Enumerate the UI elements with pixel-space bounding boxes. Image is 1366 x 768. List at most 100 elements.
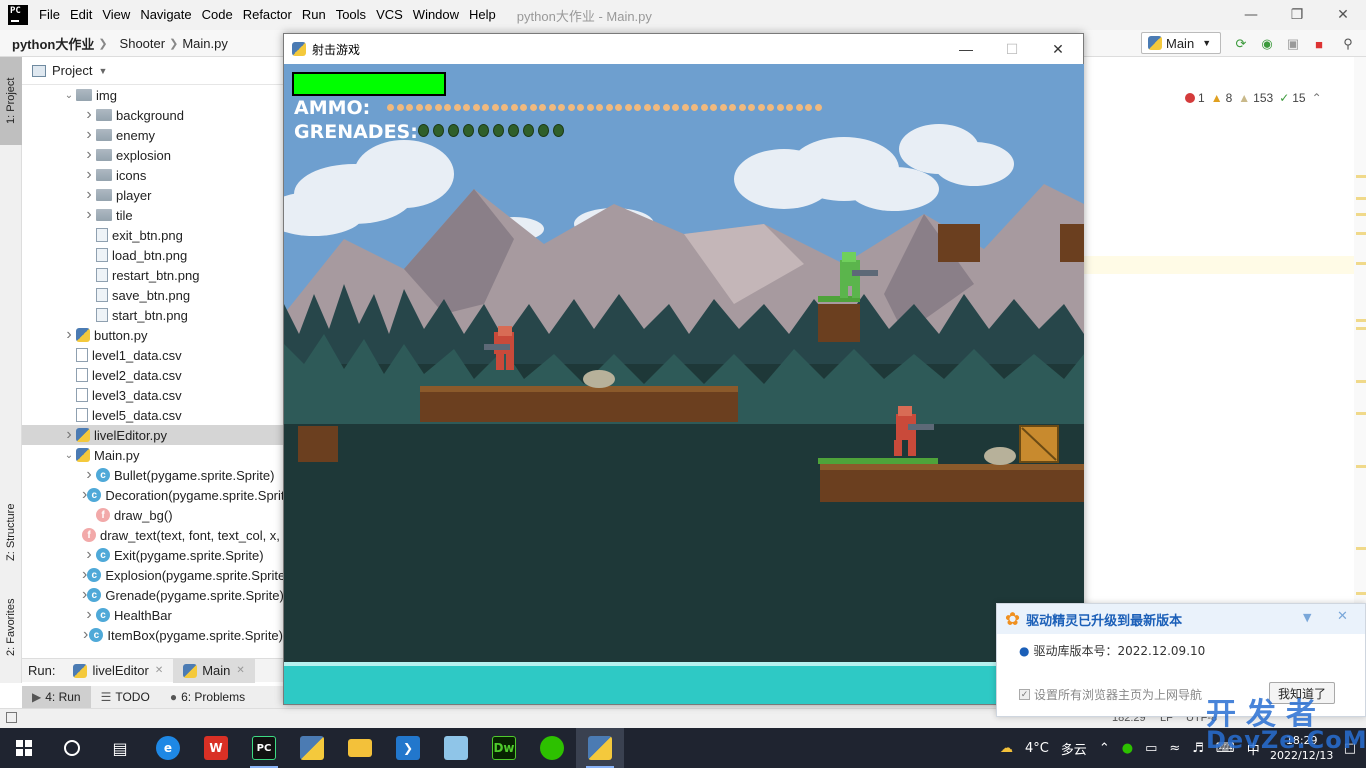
tab-favorites[interactable]: 2: Favorites	[0, 587, 22, 667]
menu-navigate[interactable]: Navigate	[135, 0, 196, 30]
tab-problems[interactable]: ● 6: Problems	[160, 686, 255, 708]
taskbar-ie[interactable]: e	[144, 728, 192, 768]
tree-item[interactable]: › explosion	[22, 145, 283, 165]
debug-bug-icon[interactable]: ◉	[1259, 36, 1275, 52]
menu-help[interactable]: Help	[464, 0, 501, 30]
tree-item[interactable]: level3_data.csv	[22, 385, 283, 405]
tree-item[interactable]: f draw_bg()	[22, 505, 283, 525]
close-icon[interactable]: ✕	[1035, 34, 1081, 64]
game-canvas[interactable]: AMMO: GRENADES:	[284, 64, 1084, 704]
breadcrumb-folder[interactable]: Shooter	[108, 36, 170, 51]
tree-item[interactable]: › enemy	[22, 125, 283, 145]
chevron-right-icon[interactable]: ›	[82, 106, 96, 124]
weather-temp[interactable]: 4°C	[1025, 741, 1049, 756]
inspection-widget[interactable]: 1 ▲ 8 ▲ 153 ✓ 15 ⌃	[1185, 90, 1322, 106]
chevron-right-icon[interactable]: ›	[82, 466, 96, 484]
marker[interactable]	[1356, 232, 1366, 235]
chevron-right-icon[interactable]: ›	[82, 186, 96, 204]
status-square-icon[interactable]	[6, 712, 17, 723]
editor-area[interactable]	[1084, 57, 1366, 683]
menu-refactor[interactable]: Refactor	[238, 0, 297, 30]
tree-item[interactable]: exit_btn.png	[22, 225, 283, 245]
chevron-right-icon[interactable]: ›	[82, 146, 96, 164]
tree-item[interactable]: › c ItemBox(pygame.sprite.Sprite)	[22, 625, 283, 645]
tree-item[interactable]: › c Grenade(pygame.sprite.Sprite)	[22, 585, 283, 605]
volume-icon[interactable]: ♬	[1192, 741, 1204, 756]
taskbar-wps[interactable]: W	[192, 728, 240, 768]
error-stripe[interactable]	[1354, 57, 1366, 683]
tab-project[interactable]: 1: Project	[0, 57, 22, 145]
taskbar-wechat[interactable]	[528, 728, 576, 768]
marker[interactable]	[1356, 380, 1366, 383]
breadcrumb-project[interactable]: python大作业	[0, 34, 98, 53]
tree-item[interactable]: ⌄ Main.py	[22, 445, 283, 465]
homepage-checkbox[interactable]: ✓ 设置所有浏览器主页为上网导航	[1019, 686, 1202, 703]
tree-item[interactable]: level1_data.csv	[22, 345, 283, 365]
tree-item[interactable]: load_btn.png	[22, 245, 283, 265]
marker[interactable]	[1356, 327, 1366, 330]
maximize-icon[interactable]: ☐	[989, 34, 1035, 64]
game-window[interactable]: 射击游戏 — ☐ ✕ AMMO: GRENADES:	[283, 33, 1084, 705]
chevron-up-icon[interactable]: ⌃	[1312, 91, 1322, 105]
maximize-icon[interactable]: ❐	[1274, 0, 1320, 30]
menu-tools[interactable]: Tools	[331, 0, 371, 30]
chevron-right-icon[interactable]: ›	[82, 626, 89, 644]
marker[interactable]	[1356, 213, 1366, 216]
chevron-down-icon[interactable]: ⌄	[62, 90, 76, 101]
marker[interactable]	[1356, 592, 1366, 595]
taskbar-python-idle[interactable]	[288, 728, 336, 768]
tree-item[interactable]: › c Decoration(pygame.sprite.Sprite)	[22, 485, 283, 505]
taskbar-pygame-game[interactable]	[576, 728, 624, 768]
marker[interactable]	[1356, 175, 1366, 178]
tree-item[interactable]: › button.py	[22, 325, 283, 345]
game-titlebar[interactable]: 射击游戏 — ☐ ✕	[284, 34, 1083, 64]
search-button[interactable]	[48, 728, 96, 768]
tree-item[interactable]: ⌄ img	[22, 85, 283, 105]
wechat-tray-icon[interactable]: ●	[1122, 741, 1133, 756]
battery-icon[interactable]: ▭	[1145, 741, 1157, 756]
project-panel-header[interactable]: Project ▼	[22, 57, 283, 85]
tree-item[interactable]: › c HealthBar	[22, 605, 283, 625]
marker[interactable]	[1356, 197, 1366, 200]
close-icon[interactable]: ✕	[155, 665, 163, 676]
close-icon[interactable]: ✕	[236, 665, 244, 676]
tab-structure[interactable]: Z: Structure	[0, 487, 22, 577]
menu-code[interactable]: Code	[197, 0, 238, 30]
chevron-right-icon[interactable]: ›	[82, 166, 96, 184]
breadcrumb-file[interactable]: Main.py	[178, 36, 232, 51]
tree-item[interactable]: › icons	[22, 165, 283, 185]
chevron-right-icon[interactable]: ›	[82, 126, 96, 144]
run-tab-liveleditor[interactable]: livelEditor ✕	[63, 659, 173, 683]
tree-item[interactable]: save_btn.png	[22, 285, 283, 305]
taskbar-dreamweaver[interactable]: Dw	[480, 728, 528, 768]
menu-run[interactable]: Run	[297, 0, 331, 30]
stop-icon[interactable]: ■	[1311, 36, 1327, 52]
marker[interactable]	[1356, 465, 1366, 468]
tree-item[interactable]: › tile	[22, 205, 283, 225]
tree-item[interactable]: › player	[22, 185, 283, 205]
tree-item[interactable]: › c Explosion(pygame.sprite.Sprite)	[22, 565, 283, 585]
chevron-right-icon[interactable]: ›	[62, 426, 76, 444]
tab-run[interactable]: ▶ 4: Run	[22, 686, 91, 708]
menu-view[interactable]: View	[97, 0, 135, 30]
tree-item[interactable]: › background	[22, 105, 283, 125]
menu-window[interactable]: Window	[408, 0, 464, 30]
tree-item[interactable]: restart_btn.png	[22, 265, 283, 285]
tree-item[interactable]: level2_data.csv	[22, 365, 283, 385]
tree-item[interactable]: › c Bullet(pygame.sprite.Sprite)	[22, 465, 283, 485]
coverage-icon[interactable]: ▣	[1285, 36, 1301, 52]
weather-desc[interactable]: 多云	[1061, 739, 1087, 758]
close-icon[interactable]: ✕	[1337, 609, 1348, 624]
minimize-icon[interactable]: —	[1228, 0, 1274, 30]
chevron-right-icon[interactable]: ›	[62, 326, 76, 344]
menu-file[interactable]: File	[34, 0, 65, 30]
tree-item[interactable]: start_btn.png	[22, 305, 283, 325]
menu-vcs[interactable]: VCS	[371, 0, 408, 30]
run-config-select[interactable]: Main ▼	[1141, 32, 1221, 54]
tree-item[interactable]: › livelEditor.py	[22, 425, 283, 445]
taskbar-explorer[interactable]	[336, 728, 384, 768]
marker[interactable]	[1356, 262, 1366, 265]
checkbox-icon[interactable]: ✓	[1019, 689, 1030, 700]
tree-item[interactable]: f draw_text(text, font, text_col, x, y)	[22, 525, 283, 545]
start-button[interactable]	[0, 728, 48, 768]
